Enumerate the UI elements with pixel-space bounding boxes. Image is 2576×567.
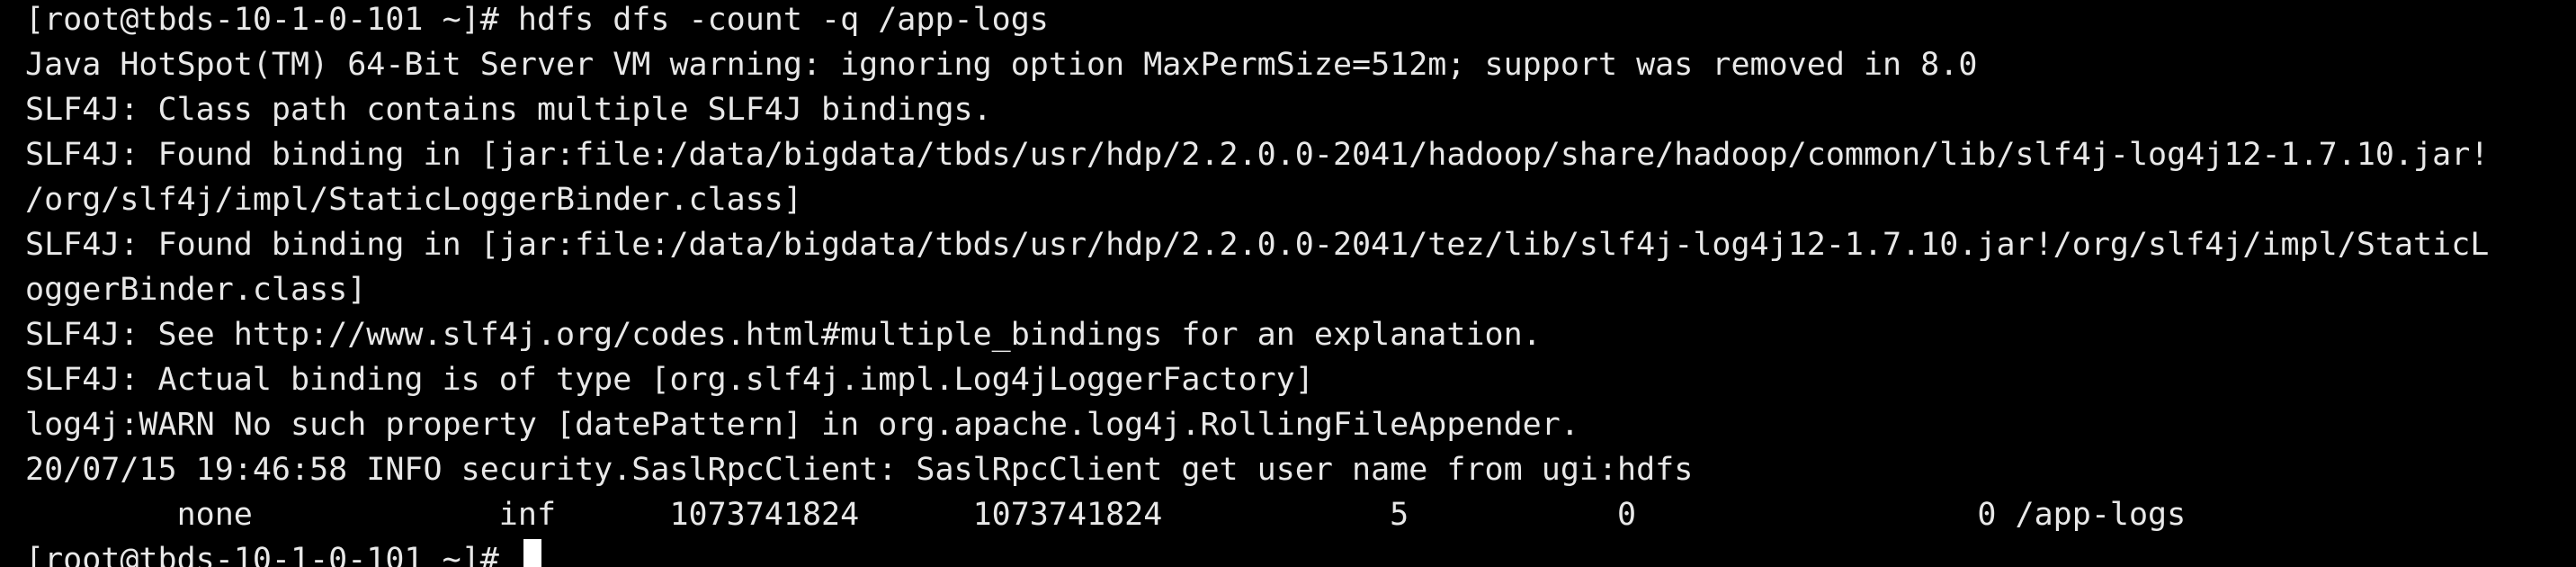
terminal-line-slf4j-binding-2: SLF4J: Found binding in [jar:file:/data/…: [25, 227, 2490, 263]
terminal-line-count-output: none inf 1073741824 1073741824 5 0 0 /ap…: [25, 497, 2187, 533]
terminal-line-command: [root@tbds-10-1-0-101 ~]# hdfs dfs -coun…: [25, 2, 1049, 38]
terminal-line-jvm-warning: Java HotSpot(TM) 64-Bit Server VM warnin…: [25, 47, 1978, 83]
terminal-window[interactable]: [root@tbds-10-1-0-101 ~]# hdfs dfs -coun…: [0, 0, 2576, 567]
terminal-line-slf4j-actual: SLF4J: Actual binding is of type [org.sl…: [25, 362, 1314, 398]
terminal-line-slf4j-binding-1-cont: /org/slf4j/impl/StaticLoggerBinder.class…: [25, 182, 802, 218]
terminal-line-slf4j-see: SLF4J: See http://www.slf4j.org/codes.ht…: [25, 317, 1542, 353]
terminal-line-log4j-warn: log4j:WARN No such property [datePattern…: [25, 407, 1579, 443]
terminal-line-slf4j-binding-1: SLF4J: Found binding in [jar:file:/data/…: [25, 137, 2490, 173]
terminal-line-slf4j-multiple: SLF4J: Class path contains multiple SLF4…: [25, 92, 992, 128]
terminal-line-slf4j-binding-2-cont: oggerBinder.class]: [25, 272, 367, 308]
terminal-line-info: 20/07/15 19:46:58 INFO security.SaslRpcC…: [25, 452, 1694, 488]
terminal-cursor[interactable]: [523, 539, 541, 567]
terminal-prompt: [root@tbds-10-1-0-101 ~]#: [25, 542, 518, 567]
terminal-prompt-line[interactable]: [root@tbds-10-1-0-101 ~]#: [25, 537, 2576, 567]
